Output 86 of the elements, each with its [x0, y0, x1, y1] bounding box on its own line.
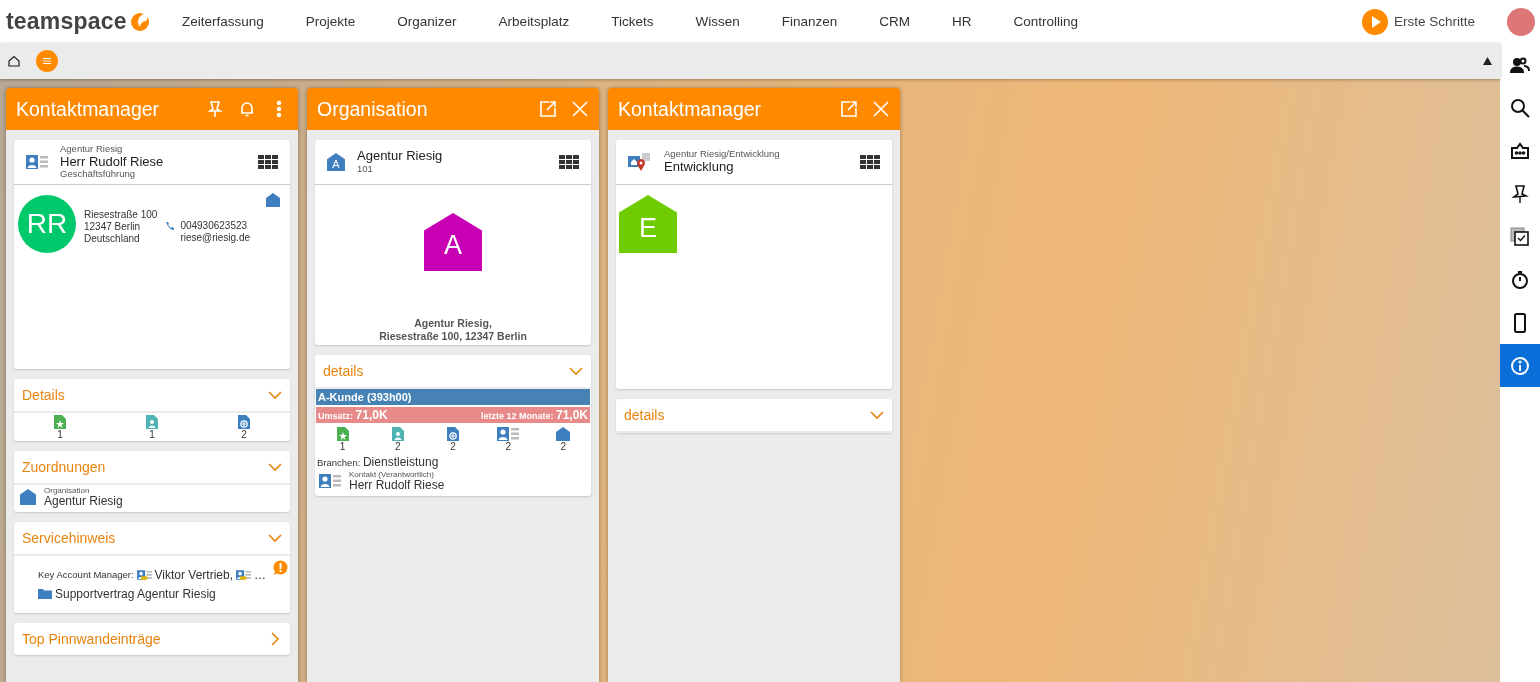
home-icon[interactable]: [8, 55, 20, 67]
address-caption: Agentur Riesig, Riesestraße 100, 12347 Berlin: [379, 316, 527, 344]
industry-text: Branchen: Dienstleistung: [316, 454, 440, 469]
field-label: Kontakt (Verantwortlich): [349, 471, 435, 480]
nav-link[interactable]: Wissen: [695, 14, 740, 29]
count-number: 1: [339, 441, 346, 452]
count-number: 2: [241, 429, 247, 440]
category-band: A-Kunde (393h00): [316, 389, 590, 405]
nav-link[interactable]: HR: [952, 14, 972, 29]
nav-link[interactable]: CRM: [879, 14, 910, 29]
chevron-down-icon[interactable]: [870, 408, 884, 422]
count-number: 1: [57, 429, 63, 440]
star-document-icon: [336, 427, 349, 441]
count-number: 1: [149, 429, 155, 440]
chevron-down-icon[interactable]: [268, 388, 282, 402]
contact-card-icon: [136, 568, 152, 582]
nav-link[interactable]: Controlling: [1013, 14, 1079, 29]
chevron-right-icon[interactable]: [268, 632, 282, 646]
count-number: 2: [560, 441, 567, 452]
initials-avatar: RR: [18, 195, 76, 253]
stopwatch-icon[interactable]: [1510, 269, 1530, 290]
context-label: Agentur Riesig/Entwicklung: [664, 149, 780, 160]
nav-link[interactable]: Tickets: [611, 14, 654, 29]
record-subtitle: Geschäftsführung: [60, 169, 136, 181]
search-icon[interactable]: [1510, 97, 1530, 118]
grid-icon[interactable]: [559, 155, 579, 169]
grid-icon[interactable]: [860, 155, 880, 169]
message-box-icon[interactable]: [1510, 140, 1530, 161]
count-number: 2: [395, 441, 401, 452]
house-icon: [556, 427, 571, 441]
organisation-link[interactable]: Agentur Riesig: [44, 495, 123, 508]
getting-started-link[interactable]: Erste Schritte: [1393, 14, 1475, 29]
record-title: Herr Rudolf Riese: [60, 154, 164, 170]
grid-icon[interactable]: [258, 155, 278, 169]
contact-card-icon: [497, 427, 520, 441]
count-number: 2: [450, 441, 456, 452]
chevron-down-icon[interactable]: [569, 364, 583, 378]
organisation-icon: [266, 193, 280, 207]
checklist-icon[interactable]: [1510, 226, 1530, 247]
email-link[interactable]: riese@riesig.de: [180, 232, 250, 244]
manager-name[interactable]: Viktor Vertrieb,: [154, 568, 234, 582]
user-avatar[interactable]: [1507, 7, 1535, 36]
nav-link[interactable]: Finanzen: [781, 14, 838, 29]
contact-card-icon: [236, 568, 251, 582]
folder-icon: [38, 588, 52, 600]
contact-card-icon: [26, 155, 48, 169]
organisation-icon: A: [327, 153, 345, 171]
person-document-icon: [146, 415, 158, 429]
collapse-icon[interactable]: [1483, 57, 1492, 65]
pin-icon[interactable]: [1510, 183, 1530, 204]
record-subtitle: 101: [357, 164, 374, 175]
chevron-down-icon[interactable]: [268, 460, 282, 474]
person-document-icon: [391, 427, 404, 441]
organisation-icon: [20, 489, 36, 506]
logo-text[interactable]: teamspace: [6, 8, 127, 35]
contact-link[interactable]: Herr Rudolf Riese: [349, 479, 445, 492]
department-location-icon: [628, 153, 652, 171]
context-label: Agentur Riesig: [60, 143, 124, 155]
record-title: Entwicklung: [664, 160, 735, 175]
field-label: Organisation: [44, 487, 91, 496]
star-document-icon: [54, 415, 66, 429]
panel-title: Kontaktmanager: [618, 97, 762, 121]
nav-link[interactable]: Zeiterfassung: [182, 14, 264, 29]
contract-link[interactable]: Supportvertrag Agentur Riesig: [55, 587, 216, 601]
gear-document-icon: [447, 427, 459, 441]
record-title: Agentur Riesig: [357, 149, 443, 164]
gear-document-icon: [238, 415, 250, 429]
revenue-band: Umsatz: 71,0K letzte 12 Monate: 71,0K: [316, 407, 590, 423]
count-number: 2: [505, 441, 511, 452]
panel-title: Kontaktmanager: [16, 97, 160, 121]
logo-icon: [129, 11, 150, 32]
house-badge: E: [619, 195, 677, 253]
chevron-down-icon[interactable]: [268, 531, 282, 545]
nav-link[interactable]: Arbeitsplatz: [498, 14, 570, 29]
nav-link[interactable]: Projekte: [305, 14, 356, 29]
phone-icon: [165, 221, 176, 231]
contact-card-icon: [319, 474, 341, 489]
nav-link[interactable]: Organizer: [397, 14, 457, 29]
field-label: Key Account Manager:: [38, 569, 134, 581]
house-badge: A: [424, 212, 482, 271]
phone-link[interactable]: 004930623523: [180, 220, 250, 232]
panel-title: Organisation: [317, 97, 428, 121]
manager-name[interactable]: …: [254, 568, 266, 582]
menu-icon: [43, 57, 51, 65]
info-icon[interactable]: [1510, 355, 1530, 376]
address-text: Riesestraße 100 12347 Berlin Deutschland: [84, 209, 158, 245]
